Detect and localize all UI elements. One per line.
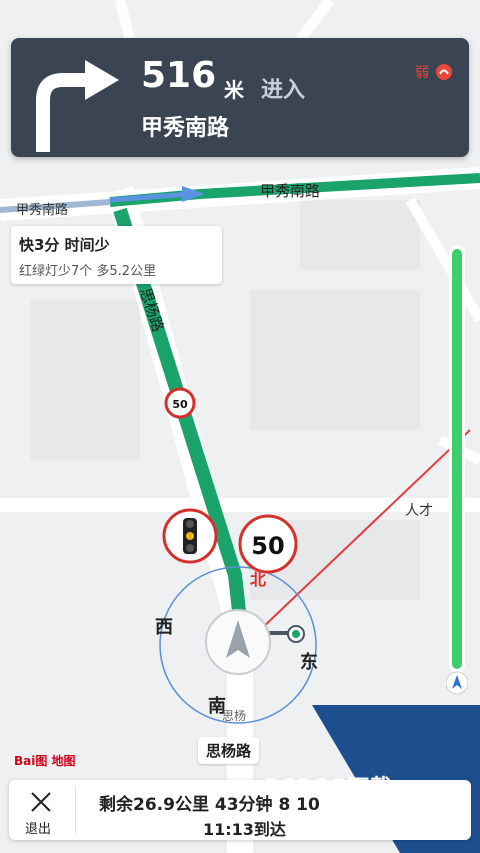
svg-text:人才: 人才 xyxy=(405,503,433,519)
gps-signal-icon xyxy=(436,64,452,80)
arrival-time: 11:13到达 xyxy=(203,820,286,839)
svg-text:东: 东 xyxy=(300,651,318,673)
close-icon[interactable] xyxy=(29,790,53,814)
svg-text:思杨: 思杨 xyxy=(222,708,246,723)
svg-text:西: 西 xyxy=(155,617,173,638)
svg-text:北: 北 xyxy=(250,570,266,589)
trip-summary-bar: 退出 剩余26.9公里 43分钟 8 10 11:13到达 xyxy=(9,780,471,840)
divider xyxy=(75,786,76,834)
turn-right-arrow-icon xyxy=(36,60,119,152)
svg-text:甲秀南路: 甲秀南路 xyxy=(16,202,68,218)
route-tip-title: 快3分 时间少 xyxy=(19,236,110,254)
route-tip-subtitle: 红绿灯少7个 多5.2公里 xyxy=(19,264,157,279)
exit-button[interactable]: 退出 xyxy=(25,818,51,837)
baidu-map-logo: Bai图 地图 xyxy=(14,754,76,768)
gps-signal-label: 弱 xyxy=(415,65,429,81)
svg-text:甲秀南路: 甲秀南路 xyxy=(260,182,320,200)
distance-unit: 米 xyxy=(224,78,244,102)
next-road-name: 甲秀南路 xyxy=(141,116,230,141)
route-progress-bar xyxy=(446,245,468,695)
watermark-text: PCPOP下载 xyxy=(264,776,392,801)
turn-instruction-panel[interactable]: 516 米 进入 甲秀南路 弱 xyxy=(11,38,469,157)
current-road-tag: 思杨路 xyxy=(198,737,260,764)
turn-action: 进入 xyxy=(261,78,306,103)
alternate-route-tip[interactable]: 快3分 时间少 红绿灯少7个 多5.2公里 xyxy=(11,226,222,284)
svg-text:50: 50 xyxy=(251,532,284,560)
svg-text:50: 50 xyxy=(172,398,188,411)
turn-distance: 516 xyxy=(141,55,217,96)
